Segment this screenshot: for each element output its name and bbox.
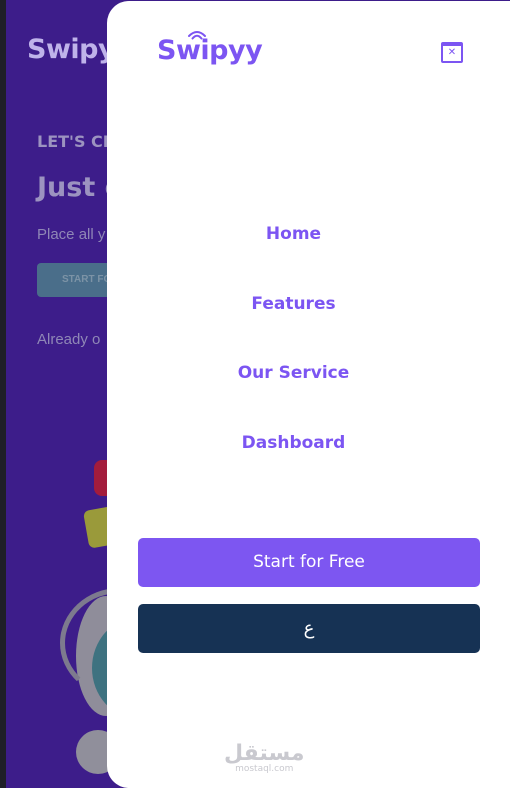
nav-item-our-service[interactable]: Our Service [107,363,480,383]
nav-item-dashboard[interactable]: Dashboard [107,433,480,453]
start-for-free-button[interactable]: Start for Free [138,538,480,587]
close-icon: ✕ [447,47,457,58]
close-menu-button[interactable]: ✕ [441,42,463,63]
background-kicker: LET'S CR [37,132,116,151]
brand-logo[interactable]: Swipyy [157,35,263,66]
mobile-menu-drawer: Swipyy ✕ Home Features Our Service Dashb… [107,1,510,788]
nav-item-home[interactable]: Home [107,224,480,244]
nav-item-features[interactable]: Features [107,294,480,314]
watermark-arabic: مستقل [224,741,305,766]
watermark-latin: mostaql.com [235,764,294,774]
background-text: Place all y [37,226,106,243]
language-switch-button[interactable]: ع [138,604,480,653]
watermark: مستقل mostaql.com [224,741,305,775]
background-already-text: Already o [37,331,101,348]
